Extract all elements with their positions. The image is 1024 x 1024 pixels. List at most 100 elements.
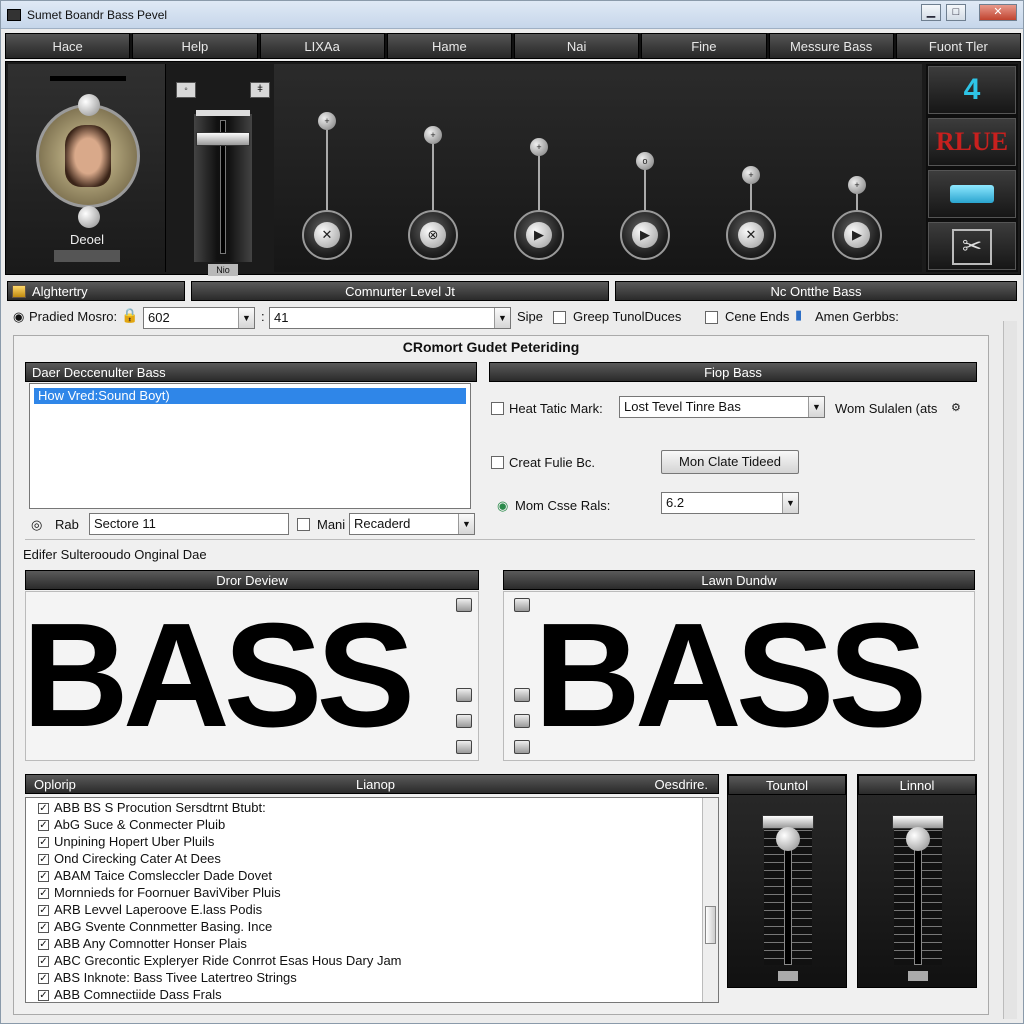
list-item[interactable]: ✓ Mornnieds for Foornuer BaviViber Pluis [38, 885, 281, 900]
rate-radio[interactable]: ◎ [31, 517, 42, 533]
heat-combo[interactable]: Lost Tevel Tinre Bas ▼ [619, 396, 825, 418]
mani-checkbox[interactable] [297, 518, 310, 531]
eq-top-knob-2[interactable]: + [424, 126, 442, 144]
fader-handle[interactable] [906, 827, 930, 851]
greep-checkbox[interactable] [553, 311, 566, 324]
eq-top-knob-4[interactable]: o [636, 152, 654, 170]
list-item[interactable]: ✓ ABB BS S Procution Sersdtrnt Btubt: [38, 800, 266, 815]
checkbox[interactable]: ✓ [38, 871, 49, 883]
list-item[interactable]: ✓ ABB Any Comnotter Honser Plais [38, 936, 247, 951]
fader-handle[interactable] [196, 132, 250, 146]
minimize-button[interactable]: ▁ [921, 4, 941, 21]
list-item[interactable]: ✓ ARB Levvel Laperoove E.lass Podis [38, 902, 262, 917]
list-item[interactable]: ✓ ABG Svente Connmetter Basing. Ince [38, 919, 272, 934]
level-combo[interactable]: 41 ▼ [269, 307, 511, 329]
lock-icon[interactable] [456, 598, 472, 612]
lock-icon[interactable] [514, 740, 530, 754]
eq-knob-2[interactable]: ⊗ [408, 210, 458, 260]
lock-icon[interactable] [456, 688, 472, 702]
cone-checkbox[interactable] [705, 311, 718, 324]
mon-clate-button[interactable]: Mon Clate Tideed [661, 450, 799, 474]
dial-knob-top[interactable] [78, 94, 100, 116]
checkbox[interactable]: ✓ [38, 854, 49, 866]
list-col-oplorip[interactable]: Oplorip [34, 775, 76, 795]
eq-knob-4[interactable]: ▶ [620, 210, 670, 260]
list-item[interactable]: ✓ ABB Comnectiide Dass Frals [38, 987, 222, 1002]
menu-item-messure-bass[interactable]: Messure Bass [768, 33, 894, 59]
fader-solo-button[interactable]: ǂ [250, 82, 270, 98]
heat-checkbox[interactable] [491, 402, 504, 415]
checkbox[interactable]: ✓ [38, 888, 49, 900]
list-item[interactable]: ✓ ABS Inknote: Bass Tivee Latertreo Strin… [38, 970, 297, 985]
menu-item-fine[interactable]: Fine [641, 33, 767, 59]
chart-icon[interactable]: ▮ [795, 307, 802, 323]
list-item[interactable]: ✓ ABC Grecontic Expleryer Ride Conrrot Es… [38, 953, 402, 968]
preset-combo[interactable]: 602 ▼ [143, 307, 255, 329]
menu-item-nai[interactable]: Nai [514, 33, 640, 59]
mani-combo[interactable]: Recaderd ▼ [349, 513, 475, 535]
main-scrollbar[interactable] [1003, 321, 1017, 1019]
tab-alghtertry[interactable]: Alghtertry [7, 281, 185, 301]
avatar-dial[interactable] [36, 104, 140, 208]
checkbox[interactable]: ✓ [38, 939, 49, 951]
list-item[interactable]: ✓ AbG Suce & Conmecter Pluib [38, 817, 225, 832]
menu-item-help[interactable]: Help [132, 33, 258, 59]
lock-icon[interactable] [456, 714, 472, 728]
eq-knob-1[interactable]: ✕ [302, 210, 352, 260]
channel-number-button[interactable]: 4 [928, 66, 1016, 114]
sound-list[interactable]: How Vred:Sound Boyt) [29, 383, 471, 509]
checkbox[interactable]: ✓ [38, 990, 49, 1002]
mom-combo[interactable]: 6.2 ▼ [661, 492, 799, 514]
rate-field[interactable]: Sectore 11 [89, 513, 289, 535]
scrollbar-thumb[interactable] [705, 906, 716, 944]
list-scrollbar[interactable] [702, 798, 718, 1002]
close-button[interactable]: ✕ [979, 4, 1017, 21]
create-checkbox[interactable] [491, 456, 504, 469]
tab-comnurter-level[interactable]: Comnurter Level Jt [191, 281, 609, 301]
eq-knob-5[interactable]: ✕ [726, 210, 776, 260]
preset-radio[interactable]: ◉ [13, 309, 24, 325]
eq-top-knob-6[interactable]: + [848, 176, 866, 194]
checkbox[interactable]: ✓ [38, 973, 49, 985]
eq-top-knob-3[interactable]: + [530, 138, 548, 156]
checkbox[interactable]: ✓ [38, 803, 49, 815]
lock-icon[interactable] [456, 740, 472, 754]
menu-item-fuont-tler[interactable]: Fuont Tler [895, 33, 1021, 59]
list-item-selected[interactable]: How Vred:Sound Boyt) [34, 388, 466, 404]
checkbox[interactable]: ✓ [38, 905, 49, 917]
rlue-button[interactable]: RLUE [928, 118, 1016, 166]
fader-handle[interactable] [776, 827, 800, 851]
lock-icon[interactable] [514, 688, 530, 702]
fader-track[interactable] [194, 110, 252, 262]
list-col-lianop[interactable]: Lianop [356, 775, 395, 795]
gear-icon[interactable]: ⚙ [951, 401, 961, 414]
mute-icon: ⊗ [420, 222, 446, 248]
eq-knob-6[interactable]: ▶ [832, 210, 882, 260]
menu-item-lixaa[interactable]: LIXAa [259, 33, 385, 59]
checkbox[interactable]: ✓ [38, 956, 49, 968]
list-item[interactable]: ✓ Ond Cirecking Cater At Dees [38, 851, 221, 866]
control-panel: Deoel ◦ ǂ Nio + ✕ + ⊗ + ▶ o ▶ + ✕ + ▶ 4 … [5, 61, 1021, 276]
checkbox[interactable]: ✓ [38, 837, 49, 849]
checkbox[interactable]: ✓ [38, 820, 49, 832]
lock-icon[interactable] [514, 598, 530, 612]
mom-radio[interactable]: ◉ [497, 498, 508, 514]
fader-mute-button[interactable]: ◦ [176, 82, 196, 98]
eq-knob-3[interactable]: ▶ [514, 210, 564, 260]
tools-button[interactable]: ✂ [928, 222, 1016, 270]
toggle-pill-button[interactable] [928, 170, 1016, 218]
tab-nc-onthe-bass[interactable]: Nc Ontthe Bass [615, 281, 1017, 301]
eq-top-knob-5[interactable]: + [742, 166, 760, 184]
checkbox[interactable]: ✓ [38, 922, 49, 934]
menu-item-hace[interactable]: Hace [5, 33, 131, 59]
dial-knob-bottom[interactable] [78, 206, 100, 228]
eq-top-knob-1[interactable]: + [318, 112, 336, 130]
lock-icon[interactable] [514, 714, 530, 728]
menu-item-hame[interactable]: Hame [386, 33, 512, 59]
list-item[interactable]: ✓ ABAM Taice Comsleccler Dade Dovet [38, 868, 272, 883]
list-col-oesdrire[interactable]: Oesdrire. [655, 775, 708, 795]
fader-foot [778, 971, 798, 981]
list-item[interactable]: ✓ Unpining Hopert Uber Pluils [38, 834, 214, 849]
maximize-button[interactable]: □ [946, 4, 966, 21]
linnol-header: Linnol [858, 775, 976, 795]
